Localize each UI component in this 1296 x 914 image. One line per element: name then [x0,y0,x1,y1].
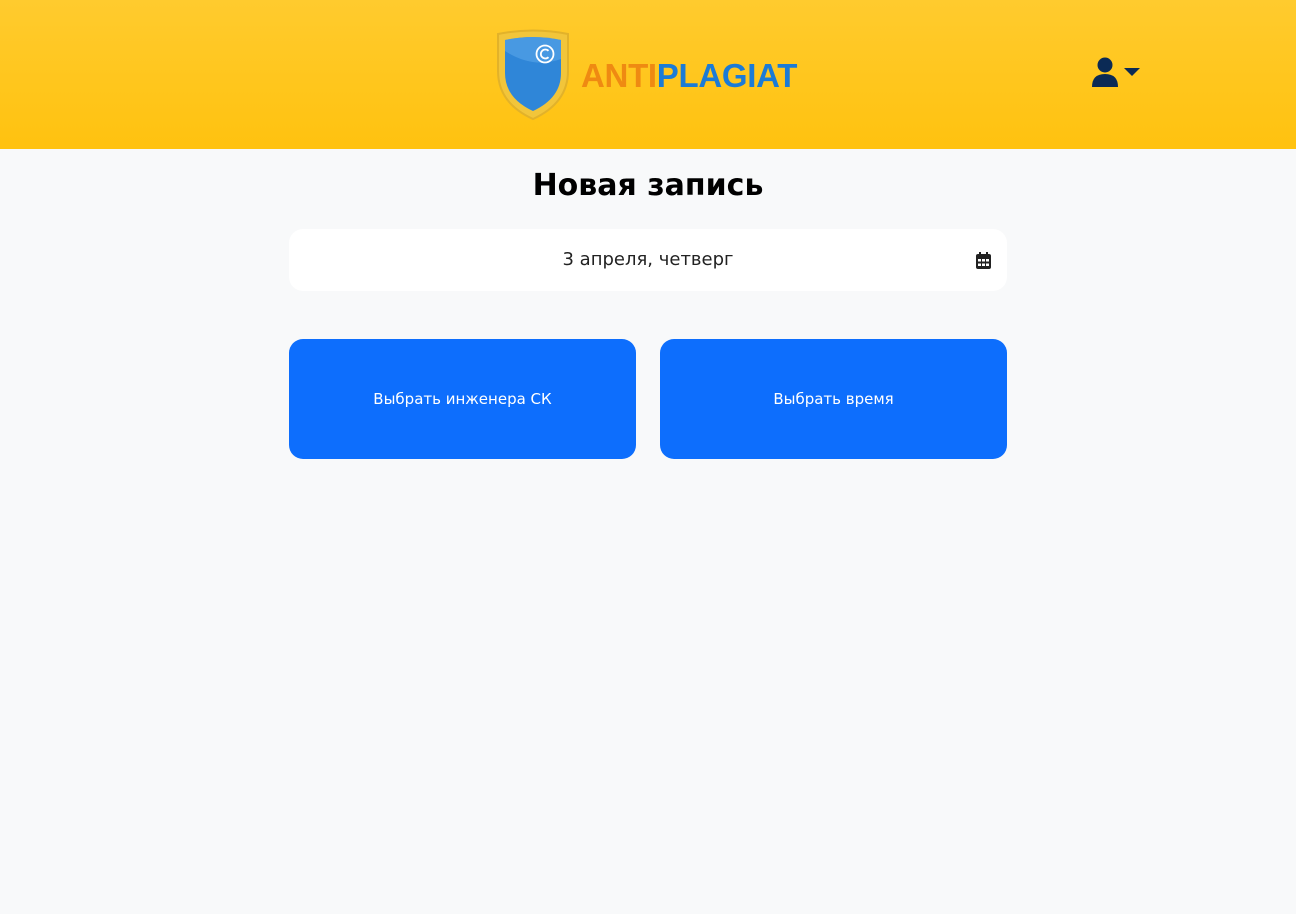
logo-text-plagiat: PLAGIAT [656,57,798,94]
calendar-icon[interactable] [976,252,991,269]
top-header: ANTIPLAGIAT [0,0,1296,149]
page-title: Новая запись [532,168,764,203]
select-time-button[interactable]: Выбрать время [660,339,1007,459]
logo-text-anti: ANTI [581,57,657,94]
user-icon [1092,57,1118,87]
caret-down-icon [1124,68,1140,76]
copyright-shield-icon [497,29,569,121]
antiplagiat-logo[interactable]: ANTIPLAGIAT [495,29,797,121]
logo-wordmark: ANTIPLAGIAT [581,57,797,95]
user-menu-toggle[interactable] [1092,57,1140,87]
date-picker[interactable]: 3 апреля, четверг [289,229,1007,291]
select-engineer-button[interactable]: Выбрать инженера СК [289,339,636,459]
date-value: 3 апреля, четверг [562,249,734,270]
